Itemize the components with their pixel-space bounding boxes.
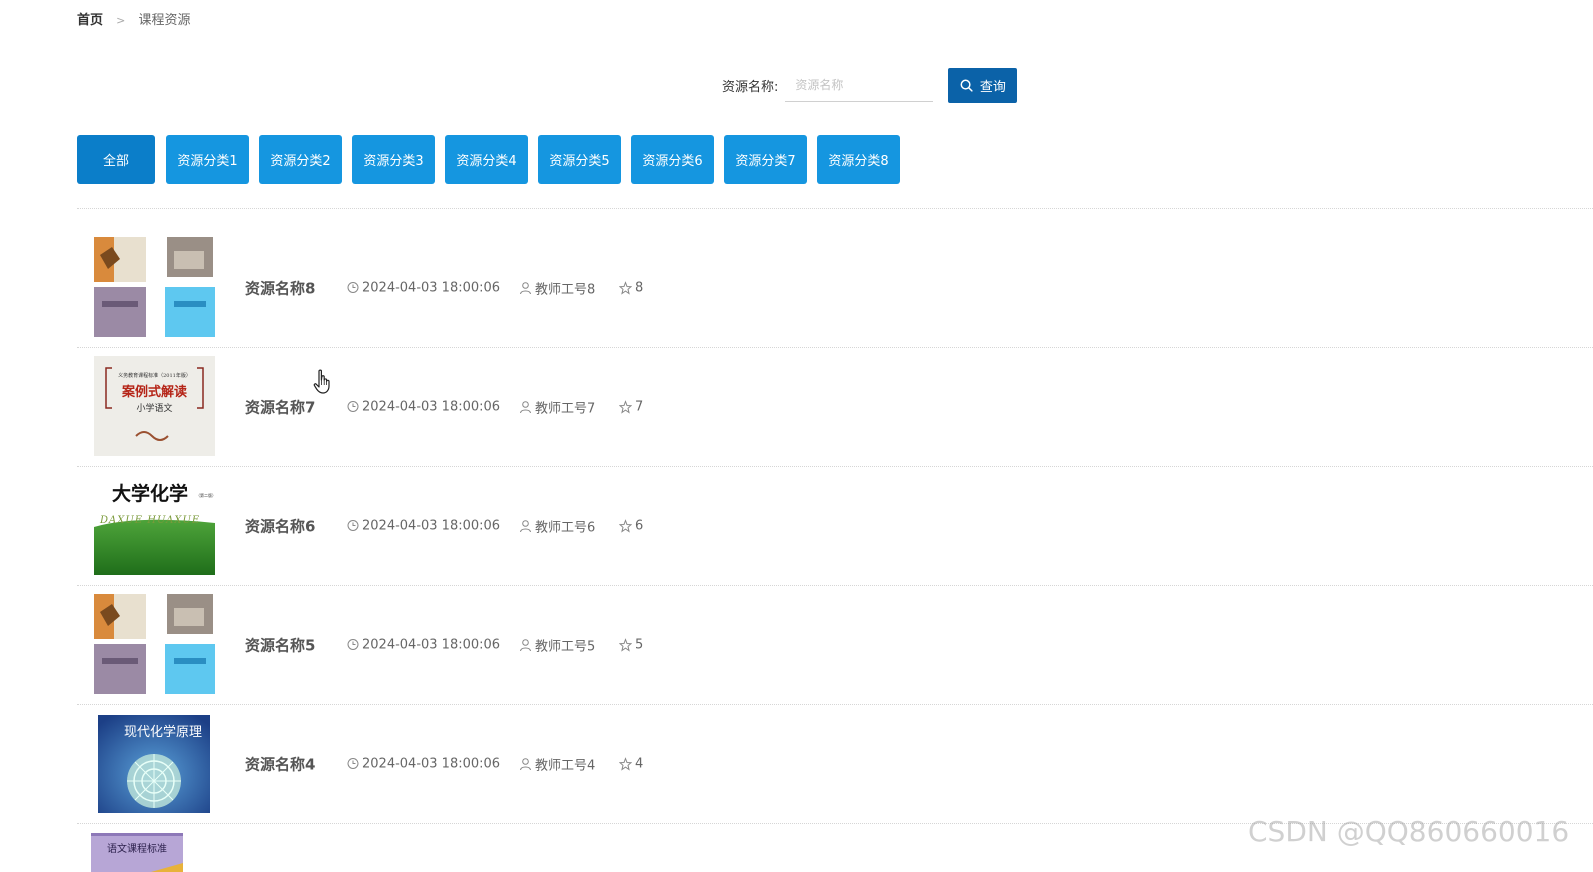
search-input[interactable] (785, 68, 934, 102)
resource-time-text: 2024-04-03 18:00:06 (362, 756, 501, 771)
resource-likes: 4 (619, 756, 643, 771)
resource-thumbnail[interactable]: 大学化学 （第二版） DAXUE HUAXUE (94, 475, 215, 575)
search-icon (960, 79, 973, 92)
resource-item[interactable]: 义务教育课程标准（2011年版） 案例式解读 小学语文 资源名称7 2024-0… (77, 347, 1593, 466)
resource-teacher: 教师工号4 (519, 754, 595, 773)
hand-cursor-icon (313, 369, 330, 394)
resource-title[interactable]: 资源名称4 (245, 753, 315, 774)
resource-likes-text: 6 (635, 518, 644, 533)
resource-likes: 8 (619, 280, 643, 295)
category-5[interactable]: 资源分类5 (538, 135, 621, 184)
star-icon (619, 400, 632, 413)
breadcrumb: 首页 > 课程资源 (77, 9, 191, 28)
search-button[interactable]: 查询 (948, 67, 1018, 103)
user-icon (520, 400, 531, 413)
watermark: CSDN @QQ860660016 (1248, 815, 1570, 848)
resource-likes-text: 7 (635, 399, 644, 414)
resource-likes-text: 4 (635, 756, 644, 771)
resource-teacher: 教师工号8 (519, 278, 595, 297)
search-label: 资源名称: (722, 79, 779, 95)
resource-item[interactable]: 资源名称5 2024-04-03 18:00:06 教师工号5 5 (77, 585, 1593, 704)
resource-teacher: 教师工号5 (519, 635, 595, 654)
clock-icon (347, 282, 359, 293)
resource-time: 2024-04-03 18:00:06 (347, 280, 500, 295)
resource-item[interactable]: 资源名称8 2024-04-03 18:00:06 教师工号8 8 (77, 228, 1593, 347)
search-button-label: 查询 (979, 79, 1006, 95)
thumb-top-text: 义务教育课程标准（2011年版） (118, 373, 191, 379)
resource-time: 2024-04-03 18:00:06 (347, 518, 500, 533)
resource-item[interactable]: 现代化学原理 资源名称4 2024-04-03 18:00:06 教师工号4 4 (77, 704, 1593, 823)
clock-icon (347, 639, 359, 650)
breadcrumb-current: 课程资源 (138, 13, 191, 28)
thumb-main-text: 案例式解读 (121, 385, 187, 400)
resource-title[interactable]: 资源名称8 (245, 277, 315, 298)
star-icon (619, 638, 632, 651)
resource-teacher-text: 教师工号8 (535, 282, 596, 297)
clock-icon (347, 758, 359, 769)
user-icon (520, 757, 531, 770)
breadcrumb-home[interactable]: 首页 (77, 13, 103, 28)
resource-thumbnail[interactable] (94, 237, 215, 337)
resource-time-text: 2024-04-03 18:00:06 (362, 518, 501, 533)
star-icon (619, 281, 632, 294)
category-4[interactable]: 资源分类4 (445, 135, 528, 184)
thumb-main-text: 大学化学 (112, 483, 189, 505)
resource-thumbnail[interactable]: 语文课程标准 (91, 833, 183, 872)
thumb-main-text: 现代化学原理 (124, 725, 203, 740)
resource-title[interactable]: 资源名称5 (245, 634, 315, 655)
resource-teacher-text: 教师工号5 (535, 639, 596, 654)
resource-time: 2024-04-03 18:00:06 (347, 756, 500, 771)
resource-time: 2024-04-03 18:00:06 (347, 637, 500, 652)
category-3[interactable]: 资源分类3 (352, 135, 435, 184)
resource-teacher-text: 教师工号7 (535, 401, 596, 416)
resource-likes: 7 (619, 399, 643, 414)
resource-title[interactable]: 资源名称6 (245, 515, 315, 536)
resource-likes-text: 5 (635, 637, 644, 652)
resource-time: 2024-04-03 18:00:06 (347, 399, 500, 414)
resource-time-text: 2024-04-03 18:00:06 (362, 637, 501, 652)
resource-item[interactable]: 大学化学 （第二版） DAXUE HUAXUE 资源名称6 2024-04-03… (77, 466, 1593, 585)
resource-teacher: 教师工号6 (519, 516, 595, 535)
breadcrumb-separator: > (116, 14, 126, 27)
resource-likes: 5 (619, 637, 643, 652)
category-1[interactable]: 资源分类1 (166, 135, 249, 184)
resource-thumbnail[interactable]: 现代化学原理 (94, 713, 215, 813)
user-icon (520, 519, 531, 532)
thumb-main-text: 语文课程标准 (107, 844, 167, 855)
resource-teacher: 教师工号7 (519, 397, 595, 416)
category-8[interactable]: 资源分类8 (817, 135, 900, 184)
thumb-sub-text: DAXUE HUAXUE (100, 515, 201, 526)
resource-teacher-text: 教师工号6 (535, 520, 596, 535)
resource-time-text: 2024-04-03 18:00:06 (362, 280, 501, 295)
resource-likes-text: 8 (635, 280, 644, 295)
resource-thumbnail[interactable] (94, 594, 215, 694)
star-icon (619, 519, 632, 532)
category-7[interactable]: 资源分类7 (724, 135, 807, 184)
category-all[interactable]: 全部 (77, 135, 155, 184)
divider (77, 208, 1593, 209)
resource-thumbnail[interactable]: 义务教育课程标准（2011年版） 案例式解读 小学语文 (94, 356, 215, 456)
resource-likes: 6 (619, 518, 643, 533)
category-6[interactable]: 资源分类6 (631, 135, 714, 184)
star-icon (619, 757, 632, 770)
user-icon (520, 638, 531, 651)
thumb-edition-text: （第二版） (196, 493, 215, 498)
thumb-sub-text: 小学语文 (136, 404, 173, 414)
category-2[interactable]: 资源分类2 (259, 135, 342, 184)
resource-title[interactable]: 资源名称7 (245, 396, 315, 417)
resource-teacher-text: 教师工号4 (535, 758, 596, 773)
search-bar: 资源名称: 查询 (722, 67, 1018, 103)
resource-time-text: 2024-04-03 18:00:06 (362, 399, 501, 414)
clock-icon (347, 520, 359, 531)
category-tabs: 全部 资源分类1 资源分类2 资源分类3 资源分类4 资源分类5 资源分类6 资… (77, 135, 900, 184)
user-icon (520, 281, 531, 294)
clock-icon (347, 401, 359, 412)
